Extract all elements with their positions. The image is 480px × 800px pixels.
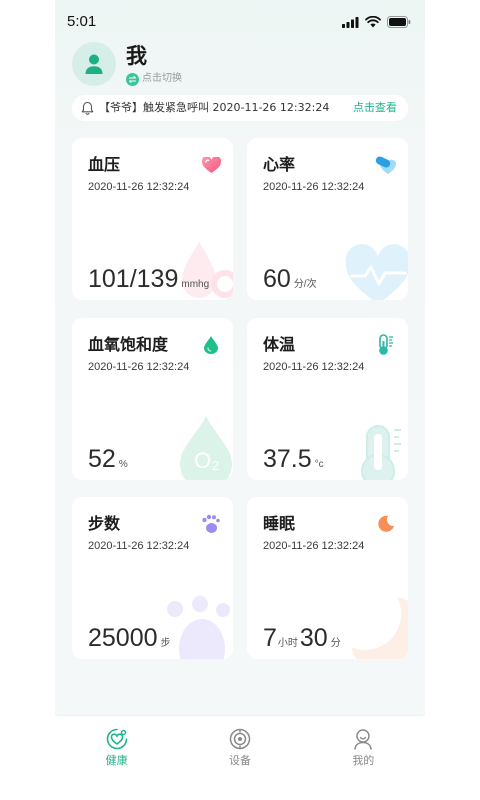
value-number: 52 [88, 445, 116, 473]
bell-icon [81, 101, 94, 115]
switch-label: 点击切换 [142, 73, 182, 84]
blood-oxygen-card[interactable]: O₂ 血氧饱和度 2020-11-26 12:32:24 52% [72, 318, 233, 480]
switch-user-button[interactable]: 点击切换 [126, 72, 182, 86]
heart-rate-card[interactable]: 心率 2020-11-26 12:32:24 60 分/次 [247, 138, 408, 300]
moon-icon [375, 513, 397, 535]
alert-text: 【爷爷】触发紧急呼叫 2020-11-26 12:32:24 [99, 101, 330, 114]
view-alert-link[interactable]: 点击查看 [353, 101, 397, 115]
blood-pressure-card[interactable]: 血压 2020-11-26 12:32:24 101/139 mmhg [72, 138, 233, 300]
card-value-row: 7小时30 分 [263, 623, 343, 659]
card-date: 2020-11-26 12:32:24 [263, 540, 365, 552]
person-icon [82, 52, 106, 76]
steps-card[interactable]: 步数 2020-11-26 12:32:24 25000 步 [72, 497, 233, 659]
value-number: 60 [263, 265, 291, 293]
health-icon [105, 727, 129, 751]
value-number: 101/139 [88, 265, 179, 293]
bottom-tab-bar: 健康 设备 我的 [55, 715, 425, 800]
sleep-card[interactable]: 睡眠 2020-11-26 12:32:24 7小时30 分 [247, 497, 408, 659]
tab-profile[interactable]: 我的 [302, 716, 425, 800]
value-number: 25000 [88, 624, 158, 652]
heart-icon [200, 154, 222, 176]
value-unit: 分/次 [293, 279, 317, 290]
card-date: 2020-11-26 12:32:24 [263, 361, 365, 373]
status-time: 5:01 [67, 13, 97, 30]
avatar[interactable] [72, 42, 116, 86]
card-value-row: 37.5 °c [263, 444, 326, 480]
value-hours: 7 [263, 624, 277, 652]
tab-health[interactable]: 健康 [55, 716, 178, 800]
device-icon [228, 727, 252, 751]
value-unit-hours: 小时 [277, 638, 298, 649]
card-value-row: 60 分/次 [263, 264, 319, 300]
footprint-icon [200, 513, 222, 535]
drop-icon [200, 334, 222, 356]
value-unit: % [118, 459, 128, 470]
user-name: 我 [126, 44, 147, 68]
profile-icon [351, 727, 375, 751]
card-date: 2020-11-26 12:32:24 [263, 181, 365, 193]
tab-label: 健康 [105, 754, 128, 767]
heart-rate-icon [375, 154, 397, 176]
emergency-alert-bar[interactable]: 【爷爷】触发紧急呼叫 2020-11-26 12:32:24 点击查看 [72, 95, 408, 121]
card-date: 2020-11-26 12:32:24 [88, 361, 190, 373]
battery-icon [387, 16, 411, 28]
wifi-icon [365, 16, 381, 28]
value-unit: °c [314, 459, 324, 470]
thermometer-icon [375, 334, 397, 356]
card-value-row: 52% [88, 444, 130, 480]
value-unit: 步 [160, 638, 171, 649]
card-title: 睡眠 [263, 514, 296, 533]
tab-device[interactable]: 设备 [178, 716, 301, 800]
o2-decor-label: O₂ [194, 448, 220, 473]
value-minutes: 30 [299, 624, 328, 652]
card-value-row: 25000 步 [88, 623, 173, 659]
value-number: 37.5 [263, 445, 312, 473]
card-title: 血压 [88, 155, 121, 174]
switch-icon [126, 72, 139, 86]
value-unit: mmhg [181, 279, 210, 290]
app-screen: 5:01 我 点击切换 【爷爷】触发紧急呼叫 2020-11-26 12:32:… [55, 0, 425, 800]
tab-label: 我的 [352, 754, 375, 767]
card-date: 2020-11-26 12:32:24 [88, 540, 190, 552]
value-unit-minutes: 分 [330, 638, 341, 649]
temperature-card[interactable]: 体温 2020-11-26 12:32:24 37.5 °c [247, 318, 408, 480]
signal-icon [342, 16, 359, 28]
card-value-row: 101/139 mmhg [88, 264, 211, 300]
card-title: 体温 [263, 335, 296, 354]
tab-label: 设备 [228, 754, 251, 767]
status-icons [342, 16, 411, 28]
card-title: 步数 [88, 514, 121, 533]
card-title: 血氧饱和度 [88, 335, 169, 354]
card-date: 2020-11-26 12:32:24 [88, 181, 190, 193]
card-title: 心率 [263, 155, 296, 174]
